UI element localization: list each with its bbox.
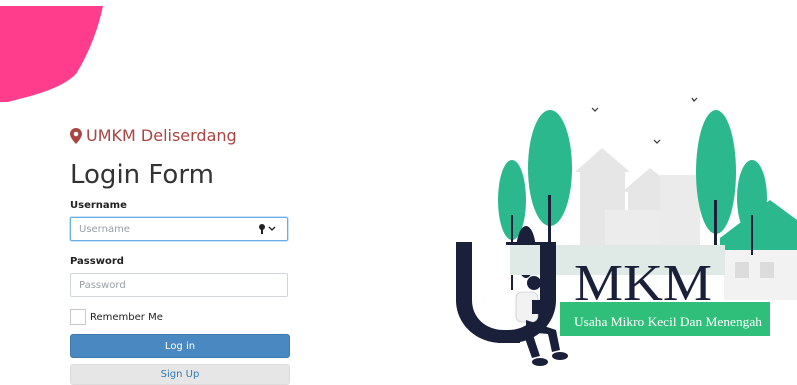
- decorative-blob: [0, 6, 103, 102]
- brand-name: UMKM Deliserdang: [86, 126, 237, 145]
- password-placeholder: Password: [79, 279, 126, 291]
- signup-button[interactable]: Sign Up: [70, 364, 290, 385]
- remember-me-checkbox[interactable]: [70, 309, 86, 325]
- tagline-text: Usaha Mikro Kecil Dan Menengah: [574, 314, 763, 329]
- username-label: Username: [70, 200, 127, 211]
- username-placeholder: Username: [79, 223, 130, 235]
- username-input[interactable]: Username: [70, 217, 288, 241]
- bird-icon: [591, 97, 698, 144]
- password-label: Password: [70, 256, 124, 267]
- logo-initial: U: [483, 299, 484, 301]
- brand: UMKM Deliserdang: [70, 126, 237, 145]
- remember-me-label: Remember Me: [90, 311, 163, 323]
- password-input[interactable]: Password: [70, 273, 288, 297]
- background-houses: [575, 148, 700, 260]
- remember-me[interactable]: Remember Me: [70, 309, 163, 325]
- umkm-illustration: U MKM Usaha Mikro Kecil Dan Menengah: [456, 97, 797, 366]
- key-icon[interactable]: [257, 223, 279, 235]
- login-button[interactable]: Log in: [70, 334, 290, 358]
- map-marker-icon: [70, 127, 82, 144]
- page-title: Login Form: [70, 160, 214, 190]
